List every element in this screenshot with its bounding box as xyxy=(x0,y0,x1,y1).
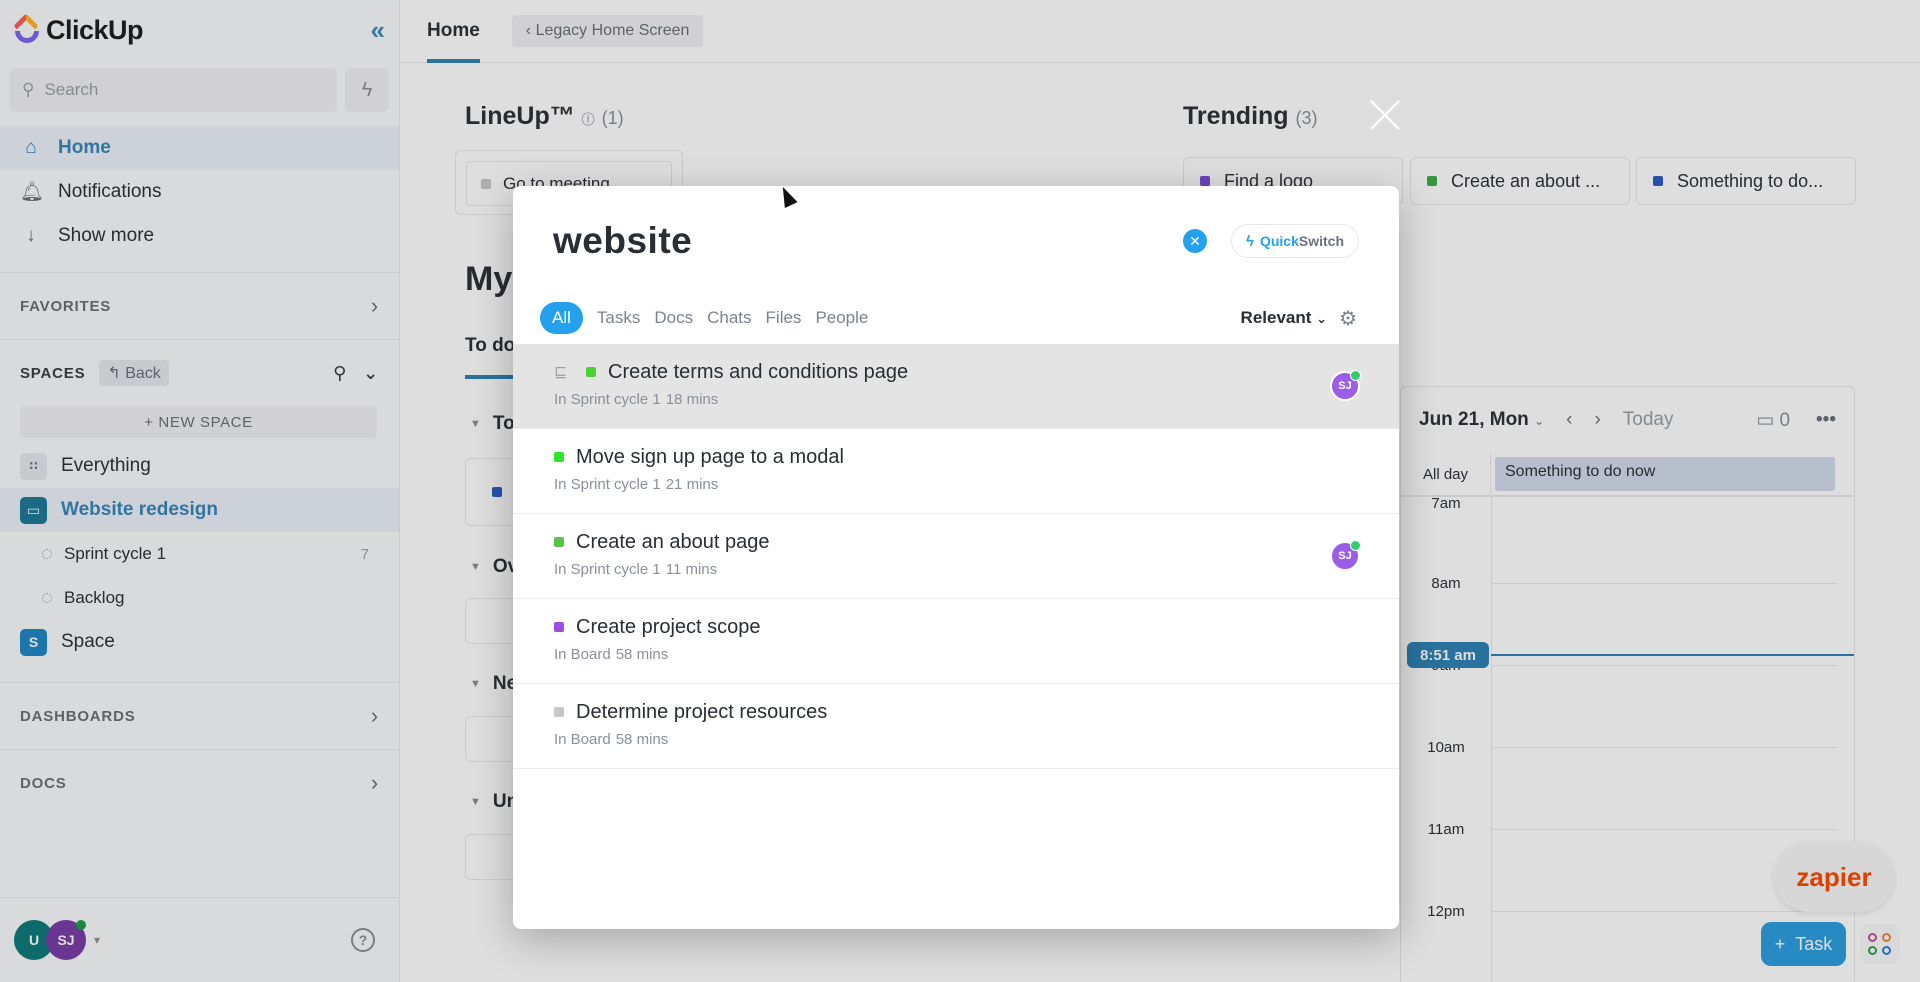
search-result[interactable]: Move sign up page to a modal In Sprint c… xyxy=(513,429,1399,514)
online-indicator xyxy=(1350,540,1361,551)
status-square xyxy=(554,622,564,632)
search-results: ⊑ Create terms and conditions page In Sp… xyxy=(513,344,1399,769)
result-location: In Sprint cycle 1 xyxy=(554,391,661,408)
result-time: 58 mins xyxy=(615,646,669,663)
filter-docs[interactable]: Docs xyxy=(654,302,693,334)
result-location: In Board xyxy=(554,731,611,748)
clear-search-icon[interactable]: ✕ xyxy=(1183,229,1208,253)
status-square xyxy=(554,537,564,547)
search-result[interactable]: Determine project resources In Board 58 m… xyxy=(513,684,1399,769)
search-query-input[interactable] xyxy=(553,220,1184,262)
chevron-down-icon: ⌄ xyxy=(1316,311,1328,326)
subtask-icon: ⊑ xyxy=(554,364,568,381)
close-icon[interactable] xyxy=(1368,98,1402,132)
gear-icon[interactable]: ⚙ xyxy=(1339,306,1357,331)
filter-files[interactable]: Files xyxy=(766,302,802,334)
result-title: Move sign up page to a modal xyxy=(576,445,844,468)
quickswitch-quick: Quick xyxy=(1259,233,1299,249)
result-time: 18 mins xyxy=(665,391,719,408)
filter-tasks[interactable]: Tasks xyxy=(597,302,640,334)
online-indicator xyxy=(1350,370,1361,381)
assignee-avatar: SJ xyxy=(1330,540,1361,571)
bolt-icon: ϟ xyxy=(1246,232,1254,250)
quickswitch-button[interactable]: ϟ QuickSwitch xyxy=(1231,224,1359,258)
search-result[interactable]: ⊑ Create terms and conditions page In Sp… xyxy=(513,344,1399,429)
filter-all[interactable]: All xyxy=(540,302,583,334)
result-title: Create terms and conditions page xyxy=(608,360,909,383)
filter-people[interactable]: People xyxy=(815,302,868,334)
quickswitch-switch: Switch xyxy=(1298,233,1344,249)
result-title: Create project scope xyxy=(576,615,761,638)
assignee-avatar: SJ xyxy=(1330,370,1361,401)
status-square xyxy=(586,367,596,377)
filter-chats[interactable]: Chats xyxy=(707,302,751,334)
sort-label: Relevant xyxy=(1240,308,1312,327)
search-result[interactable]: Create project scope In Board 58 mins xyxy=(513,599,1399,684)
result-title: Determine project resources xyxy=(576,700,828,723)
status-square xyxy=(554,452,564,462)
sort-dropdown[interactable]: Relevant ⌄ xyxy=(1241,308,1328,328)
result-location: In Board xyxy=(554,646,611,663)
result-location: In Sprint cycle 1 xyxy=(554,561,661,578)
result-location: In Sprint cycle 1 xyxy=(554,476,661,493)
result-time: 58 mins xyxy=(615,731,669,748)
search-filter-tabs: All Tasks Docs Chats Files People Releva… xyxy=(513,296,1399,340)
result-time: 11 mins xyxy=(665,561,718,578)
result-title: Create an about page xyxy=(576,530,770,553)
status-square xyxy=(554,707,564,717)
result-time: 21 mins xyxy=(665,476,719,493)
search-result[interactable]: Create an about page In Sprint cycle 1 11… xyxy=(513,514,1399,599)
search-modal: ✕ ϟ QuickSwitch All Tasks Docs Chats Fil… xyxy=(513,186,1399,929)
